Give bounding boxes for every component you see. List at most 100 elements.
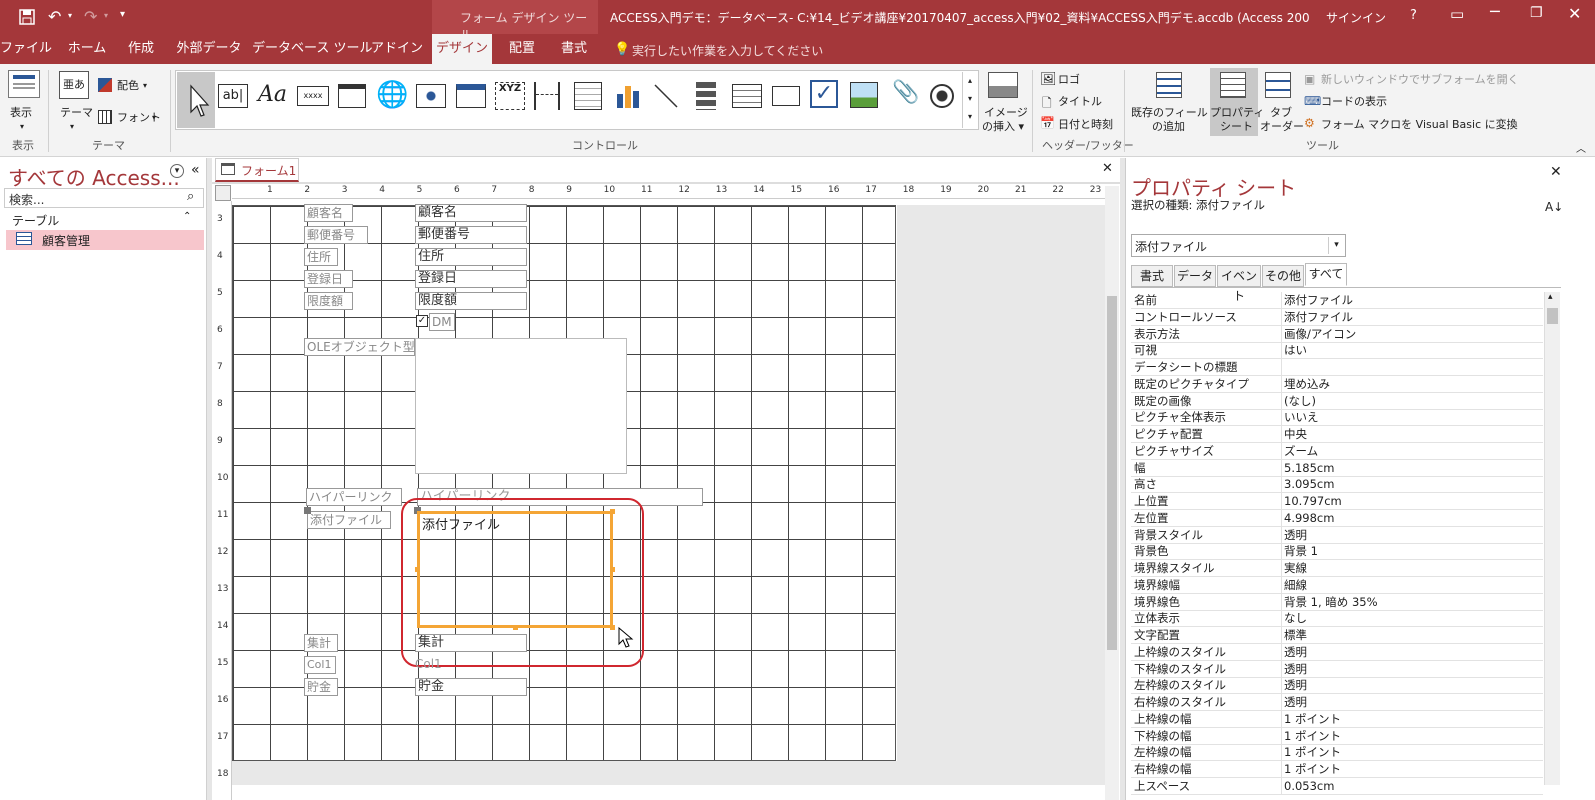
tab-order-icon[interactable]	[1265, 72, 1291, 98]
close-document-icon[interactable]: ✕	[1102, 161, 1113, 176]
datetime-icon[interactable]: 📅	[1040, 116, 1055, 130]
nav-menu-dropdown-icon[interactable]: ▾	[170, 164, 184, 178]
property-sheet-close-icon[interactable]: ✕	[1550, 164, 1562, 180]
chevron-down-icon[interactable]: ▾	[1328, 237, 1344, 254]
option-button-icon[interactable]	[930, 84, 954, 108]
nav-item-customer-table[interactable]: 顧客管理	[6, 230, 204, 250]
property-row[interactable]: 左位置 4.998cm	[1131, 509, 1543, 527]
property-value[interactable]: 0.053cm	[1284, 778, 1334, 794]
textbox-limit[interactable]: 限度額	[415, 292, 527, 310]
label-hyperlink[interactable]: ハイパーリンク	[306, 488, 402, 506]
property-sheet-line2[interactable]: シート	[1220, 120, 1253, 134]
label-customer-name[interactable]: 顧客名	[304, 204, 353, 222]
property-value[interactable]: 透明	[1284, 677, 1307, 693]
property-scrollbar-thumb[interactable]	[1547, 308, 1558, 324]
property-row[interactable]: 上枠線の幅 1 ポイント	[1131, 710, 1543, 728]
property-row[interactable]: 下枠線の幅 1 ポイント	[1131, 727, 1543, 745]
tab-database-tools[interactable]: データベース ツール	[252, 34, 372, 64]
form-selector[interactable]	[215, 185, 231, 201]
tab-home[interactable]: ホーム	[62, 34, 112, 64]
document-tab-form1[interactable]: フォーム1	[215, 158, 299, 182]
property-value[interactable]: はい	[1284, 342, 1307, 358]
logo-icon[interactable]: 🖼	[1040, 72, 1057, 87]
attachment-control-icon[interactable]: 📎	[892, 80, 919, 105]
nav-search-box[interactable]: 検索... ⌕	[4, 188, 204, 208]
hyperlink-control-icon[interactable]: 🌐	[376, 80, 408, 110]
label-attachment[interactable]: 添付ファイル	[307, 511, 391, 529]
button-control-icon[interactable]: xxxx	[297, 86, 329, 106]
property-row[interactable]: 下枠線のスタイル 透明	[1131, 660, 1543, 678]
property-value[interactable]: 1 ポイント	[1284, 761, 1341, 777]
prop-tab-other[interactable]: その他	[1262, 265, 1304, 287]
property-row[interactable]: ピクチャサイズ ズーム	[1131, 442, 1543, 460]
textbox-reg-date[interactable]: 登録日	[415, 270, 527, 288]
tab-addins[interactable]: アドイン	[370, 34, 424, 64]
textbox-total[interactable]: 集計	[415, 634, 527, 652]
prop-tab-data[interactable]: データ	[1174, 265, 1216, 287]
convert-macros-icon[interactable]: ⚙	[1304, 116, 1315, 130]
page-break-icon[interactable]	[534, 82, 560, 110]
property-value[interactable]: 添付ファイル	[1284, 309, 1353, 325]
combo-box-icon[interactable]	[574, 82, 602, 110]
redo-dropdown-icon[interactable]: ▾	[104, 11, 108, 20]
tab-format[interactable]: 書式	[552, 34, 596, 64]
property-row[interactable]: 右枠線のスタイル 透明	[1131, 694, 1543, 711]
prop-tab-format[interactable]: 書式	[1131, 265, 1173, 287]
line-control-icon[interactable]	[652, 82, 680, 110]
tab-create[interactable]: 作成	[118, 34, 164, 64]
property-row[interactable]: 左枠線のスタイル 透明	[1131, 677, 1543, 695]
property-row[interactable]: 表示方法 画像/アイコン	[1131, 325, 1543, 343]
property-value[interactable]: 中央	[1284, 426, 1307, 442]
property-value[interactable]: 4.998cm	[1284, 510, 1334, 526]
property-row[interactable]: データシートの標題	[1131, 359, 1543, 376]
theme-button[interactable]: テーマ	[60, 106, 93, 120]
property-row[interactable]: 背景スタイル 透明	[1131, 526, 1543, 544]
tab-file[interactable]: ファイル	[0, 34, 52, 64]
property-value[interactable]: 埋め込み	[1284, 376, 1330, 392]
ribbon-display-options-icon[interactable]: ▭	[1450, 5, 1464, 23]
colors-icon[interactable]	[98, 78, 112, 92]
nav-section-tables[interactable]: テーブル ⌃	[0, 210, 206, 230]
textbox-savings[interactable]: 貯金	[415, 678, 527, 696]
property-value[interactable]: なし	[1284, 610, 1307, 626]
property-value[interactable]: 標準	[1284, 627, 1307, 643]
property-row[interactable]: 右枠線の幅 1 ポイント	[1131, 761, 1543, 778]
property-value[interactable]: 透明	[1284, 661, 1307, 677]
view-button[interactable]: 表示	[10, 106, 32, 120]
help-button[interactable]: ?	[1410, 8, 1417, 23]
property-sheet-button[interactable]: プロパティ	[1210, 106, 1264, 120]
textbox-postal[interactable]: 郵便番号	[415, 226, 527, 244]
label-total[interactable]: 集計	[304, 634, 338, 652]
label-savings[interactable]: 貯金	[304, 678, 338, 696]
toggle-button-icon[interactable]	[696, 82, 716, 110]
rectangle-control-icon[interactable]	[772, 86, 800, 106]
nav-search-input[interactable]: 検索...	[9, 191, 44, 208]
tab-order-line2[interactable]: オーダー	[1260, 120, 1304, 134]
view-code-icon[interactable]: ⌨	[1304, 94, 1321, 108]
move-handle-label[interactable]	[304, 507, 311, 514]
property-value[interactable]: 透明	[1284, 644, 1307, 660]
colors-button[interactable]: 配色	[117, 79, 139, 93]
view-code-button[interactable]: コードの表示	[1321, 95, 1387, 109]
label-limit[interactable]: 限度額	[304, 292, 353, 310]
insert-image-line2[interactable]: の挿入 ▾	[982, 120, 1024, 134]
property-value[interactable]: 透明	[1284, 694, 1307, 710]
navigation-control-icon[interactable]	[456, 84, 486, 108]
image-control-icon[interactable]	[850, 82, 878, 108]
customize-qat-icon[interactable]: ▾	[120, 9, 125, 20]
label-postal[interactable]: 郵便番号	[304, 226, 368, 244]
object-selector-dropdown[interactable]: 添付ファイル ▾	[1131, 234, 1346, 257]
view-dropdown-icon[interactable]: ▾	[20, 120, 24, 134]
textbox-col1[interactable]: Col1	[415, 657, 442, 671]
label-address[interactable]: 住所	[304, 248, 338, 266]
theme-icon[interactable]: 亜あ	[59, 71, 89, 99]
add-existing-fields-icon[interactable]	[1156, 72, 1182, 98]
property-value[interactable]: ズーム	[1284, 443, 1318, 459]
checkbox-dm[interactable]: ✓	[416, 315, 428, 327]
checkbox-control-icon[interactable]: ✓	[810, 80, 838, 108]
property-row[interactable]: 上枠線のスタイル 透明	[1131, 643, 1543, 661]
signin-button[interactable]: サインイン	[1326, 9, 1386, 26]
minimize-icon[interactable]: ─	[1490, 2, 1500, 21]
label-col1[interactable]: Col1	[304, 656, 336, 674]
property-value[interactable]: 透明	[1284, 527, 1307, 543]
